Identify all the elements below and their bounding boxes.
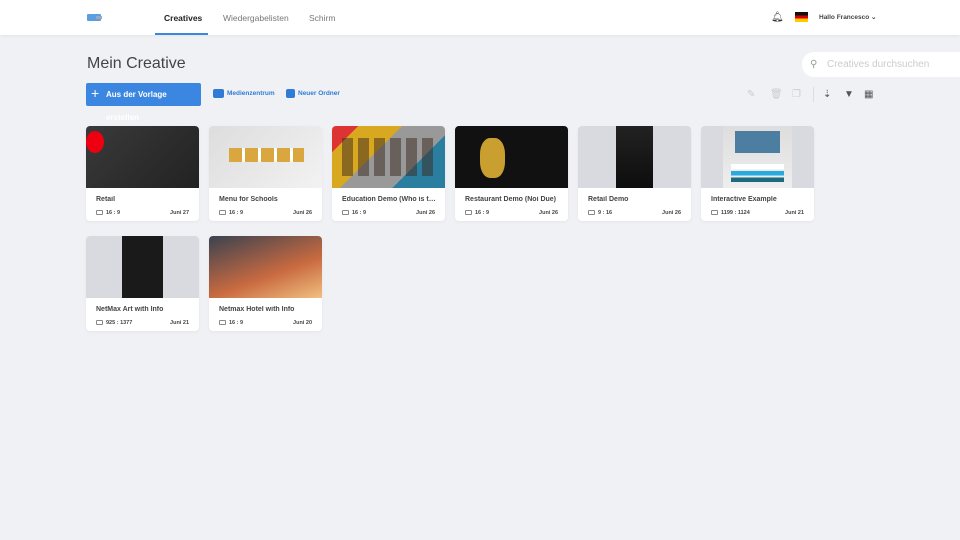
creative-ratio: 16 : 9: [219, 210, 243, 216]
search-placeholder: Creatives durchsuchen: [827, 59, 930, 70]
creative-date: Juni 21: [785, 210, 804, 216]
creative-thumbnail[interactable]: [86, 236, 199, 298]
creative-card[interactable]: Retail 16 : 9 Juni 27: [86, 126, 199, 221]
tab-schirm[interactable]: Schirm: [309, 13, 335, 23]
user-menu[interactable]: Hallo Francesco ⌄: [819, 13, 876, 21]
creative-card[interactable]: Education Demo (Who is th... 16 : 9 Juni…: [332, 126, 445, 221]
creative-card[interactable]: Retail Demo 9 : 16 Juni 26: [578, 126, 691, 221]
media-icon: [213, 89, 224, 98]
creative-ratio: 9 : 16: [588, 210, 612, 216]
tab-creatives[interactable]: Creatives: [164, 13, 202, 23]
creative-thumbnail[interactable]: [209, 236, 322, 298]
ratio-value: 16 : 9: [229, 210, 244, 216]
search-input[interactable]: ⚲ Creatives durchsuchen: [802, 52, 960, 77]
monitor-icon: [342, 210, 349, 215]
ratio-value: 16 : 9: [352, 210, 367, 216]
creative-ratio: 925 : 1377: [96, 320, 132, 326]
ratio-value: 9 : 16: [598, 210, 613, 216]
creative-thumbnail[interactable]: [332, 126, 445, 188]
monitor-icon: [96, 210, 103, 215]
ratio-value: 16 : 9: [229, 320, 244, 326]
monitor-icon: [219, 210, 226, 215]
creative-name: Netmax Hotel with Info: [219, 306, 295, 313]
ratio-value: 16 : 9: [475, 210, 490, 216]
creative-thumbnail[interactable]: [86, 126, 199, 188]
creative-date: Juni 26: [539, 210, 558, 216]
trash-icon[interactable]: 🗑︎: [770, 89, 783, 100]
folder-icon: [286, 89, 295, 98]
tab-wiedergabelisten[interactable]: Wiedergabelisten: [223, 13, 289, 23]
creative-ratio: 16 : 9: [342, 210, 366, 216]
folder-link-label: Neuer Ordner: [298, 90, 340, 98]
monitor-icon: [219, 320, 226, 325]
creative-ratio: 16 : 9: [219, 320, 243, 326]
creative-card[interactable]: Menu for Schools 16 : 9 Juni 26: [209, 126, 322, 221]
creative-name: Menu for Schools: [219, 196, 278, 203]
creative-date: Juni 21: [170, 320, 189, 326]
creative-card[interactable]: Netmax Hotel with Info 16 : 9 Juni 20: [209, 236, 322, 331]
creative-thumbnail[interactable]: [209, 126, 322, 188]
monitor-icon: [96, 320, 103, 325]
media-center-link[interactable]: Medienzentrum: [213, 89, 275, 98]
thumbnail-image: [723, 126, 792, 188]
monitor-icon: [711, 210, 718, 215]
ratio-value: 925 : 1377: [106, 320, 133, 326]
page-title: Mein Creative: [87, 55, 186, 72]
logo[interactable]: [87, 14, 102, 21]
creative-ratio: 1199 : 1124: [711, 210, 750, 216]
creative-name: NetMax Art with Info: [96, 306, 164, 313]
plus-icon: +: [91, 85, 100, 101]
creative-thumbnail[interactable]: [578, 126, 691, 188]
monitor-icon: [465, 210, 472, 215]
creative-name: Interactive Example: [711, 196, 777, 203]
creative-card[interactable]: NetMax Art with Info 925 : 1377 Juni 21: [86, 236, 199, 331]
creative-date: Juni 26: [293, 210, 312, 216]
ratio-value: 16 : 9: [106, 210, 121, 216]
toolbar-divider: [813, 87, 814, 102]
top-bar: Creatives Wiedergabelisten Schirm 🔔︎ Hal…: [0, 0, 960, 35]
creative-date: Juni 20: [293, 320, 312, 326]
creative-thumbnail[interactable]: [701, 126, 814, 188]
creative-card[interactable]: Restaurant Demo (Noi Due) 16 : 9 Juni 26: [455, 126, 568, 221]
creative-name: Retail: [96, 196, 116, 203]
creative-date: Juni 26: [662, 210, 681, 216]
search-icon: ⚲: [810, 59, 818, 70]
creative-thumbnail[interactable]: [455, 126, 568, 188]
bell-icon[interactable]: 🔔︎: [771, 12, 784, 23]
creative-ratio: 16 : 9: [465, 210, 489, 216]
creative-date: Juni 27: [170, 210, 189, 216]
creative-ratio: 16 : 9: [96, 210, 120, 216]
create-button-label: Aus der Vorlage erstellen: [106, 90, 167, 122]
filter-icon[interactable]: ▼: [844, 89, 854, 100]
media-link-label: Medienzentrum: [227, 90, 275, 98]
creative-name: Retail Demo: [588, 196, 629, 203]
thumbnail-image: [616, 126, 653, 188]
grid-view-icon[interactable]: ▦: [864, 89, 873, 100]
thumbnail-image: [122, 236, 163, 298]
create-from-template-button[interactable]: + Aus der Vorlage erstellen: [86, 83, 201, 122]
flag-de-icon[interactable]: [795, 12, 808, 22]
creative-name: Restaurant Demo (Noi Due): [465, 196, 557, 203]
new-folder-link[interactable]: Neuer Ordner: [286, 89, 340, 98]
monitor-icon: [588, 210, 595, 215]
ratio-value: 1199 : 1124: [721, 210, 750, 216]
creative-name: Education Demo (Who is th...: [342, 196, 438, 203]
creative-date: Juni 26: [416, 210, 435, 216]
creative-card[interactable]: Interactive Example 1199 : 1124 Juni 21: [701, 126, 814, 221]
edit-icon[interactable]: ✎: [747, 89, 755, 100]
sort-icon[interactable]: ⇣: [823, 89, 831, 100]
copy-icon[interactable]: ❐: [792, 89, 801, 100]
chevron-down-icon: ⌄: [871, 14, 877, 21]
active-tab-indicator: [155, 33, 208, 35]
user-greeting: Hallo Francesco: [819, 14, 870, 21]
